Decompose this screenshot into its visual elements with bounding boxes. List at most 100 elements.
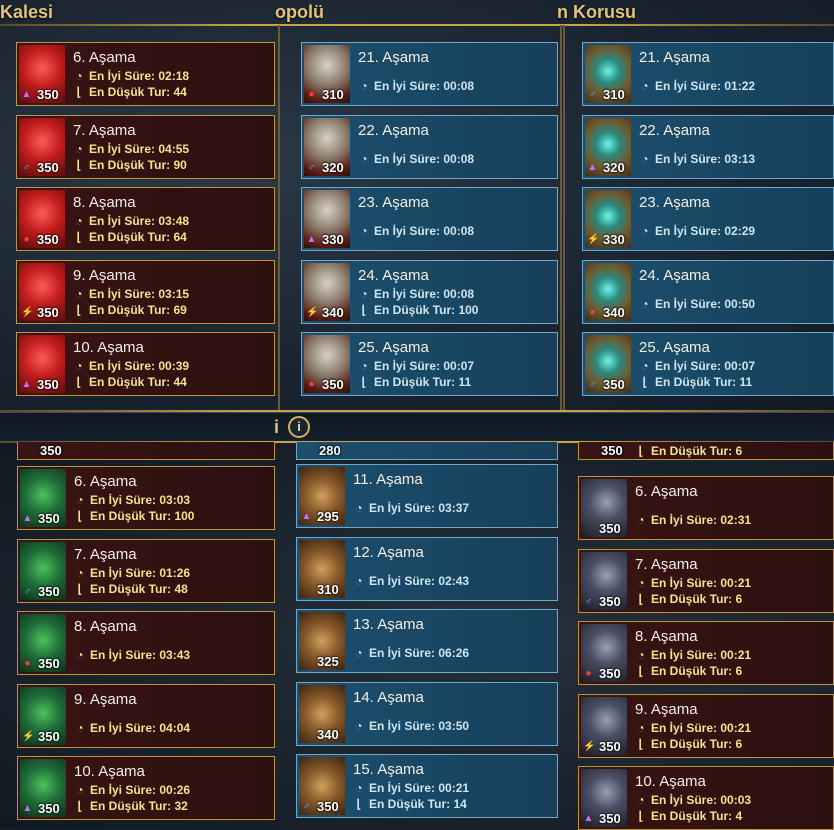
stage-card[interactable]: ● 350 8. Aşama ◔ En İyi Süre: 03:48 ⌊ En Düşük… <box>16 187 275 251</box>
stage-card[interactable]: ▲ 320 22. Aşama ◔ En İyi Süre: 03:13 <box>582 114 834 179</box>
boss-level: 350 <box>37 304 59 320</box>
stage-card[interactable]: ● 350 8. Aşama ◔ En İyi Süre: 00:21 ⌊ En Düşük… <box>578 621 834 685</box>
min-turn: ⌊ En Düşük Tur: 44 <box>73 375 187 389</box>
best-time-text: En İyi Süre: 00:03 <box>651 793 752 807</box>
min-turn: ⌊ En Düşük Tur: 11 <box>639 375 752 389</box>
boss-level: 295 <box>317 509 339 524</box>
boss-portrait: ♂ 350 <box>585 335 631 393</box>
affinity-icon: ♂ <box>22 161 31 173</box>
magic-affinity-icon: ▲ <box>22 803 33 814</box>
best-time-text: En İyi Süre: 02:43 <box>369 573 470 588</box>
boss-portrait: ♂ 350 <box>581 551 627 610</box>
best-time-text: En İyi Süre: 04:55 <box>89 141 190 156</box>
min-turn: ⌊ En Düşük Tur: 69 <box>73 303 187 317</box>
min-turn: ⌊ En Düşük Tur: 100 <box>358 303 479 317</box>
min-turn-text: En Düşük Tur: 6 <box>651 736 743 751</box>
min-turn: ⌊ En Düşük Tur: 32 <box>74 799 188 813</box>
boss-portrait: ● 310 <box>304 45 350 103</box>
best-time-text: En İyi Süre: 00:07 <box>655 359 756 373</box>
min-turn-text: En Düşük Tur: 64 <box>89 230 187 244</box>
boss-level: 350 <box>37 377 59 392</box>
boss-level: 330 <box>322 232 344 247</box>
clock-icon: ◔ <box>76 493 84 507</box>
best-time-text: En İyi Süre: 00:08 <box>374 151 475 166</box>
stage-card[interactable]: ● 350 25. Aşama ◔ En İyi Süre: 00:07 ⌊ En Düşü… <box>301 332 558 396</box>
stage-card[interactable]: ⚡ 350 9. Aşama ◔ En İyi Süre: 03:15 ⌊ En Düşük… <box>16 259 275 324</box>
stage-card[interactable]: ▲ 350 10. Aşama ◔ En İyi Süre: 00:03 ⌊ En Düşü… <box>578 766 834 830</box>
stage-card[interactable]: 325 13. Aşama ◔ En İyi Süre: 06:26 <box>296 609 558 673</box>
stage-card[interactable]: ● 350 8. Aşama ◔ En İyi Süre: 03:43 <box>17 611 275 675</box>
best-time-text: En İyi Süre: 00:50 <box>655 296 756 311</box>
min-turn: ⌊ En Düşük Tur: 14 <box>353 797 467 811</box>
best-time: ◔ En İyi Süre: 03:13 <box>639 152 755 166</box>
stage-card[interactable]: ♂ 350 7. Aşama ◔ En İyi Süre: 01:26 ⌊ En Düşük… <box>17 538 275 603</box>
stage-card[interactable]: ⚡ 350 9. Aşama ◔ En İyi Süre: 04:04 <box>17 683 275 748</box>
stage-card[interactable]: ● 340 24. Aşama ◔ En İyi Süre: 00:50 <box>582 259 834 324</box>
best-time: ◔ En İyi Süre: 03:03 <box>74 493 190 507</box>
stage-card[interactable]: ▲ 350 6. Aşama ◔ En İyi Süre: 02:18 ⌊ En Düşük… <box>16 42 275 106</box>
stage-card[interactable]: ♂ 350 7. Aşama ◔ En İyi Süre: 04:55 ⌊ En Düşük… <box>16 114 275 179</box>
spirit-affinity-icon: ⚡ <box>21 306 34 318</box>
stage-title: 22. Aşama <box>358 121 429 139</box>
clock-icon: ◔ <box>355 573 363 588</box>
stage-card[interactable]: ▲ 350 10. Aşama ◔ En İyi Süre: 00:39 ⌊ En Düşü… <box>16 332 275 396</box>
stage-card[interactable]: ▲ 350 10. Aşama ◔ En İyi Süre: 00:26 ⌊ En Düşü… <box>17 756 275 820</box>
min-turn: ⌊ En Düşük Tur: 44 <box>73 85 187 99</box>
best-time: ◔ En İyi Süre: 00:21 <box>353 781 469 795</box>
clock-icon: ◔ <box>355 646 363 660</box>
clock-icon: ◔ <box>360 286 368 301</box>
stage-card[interactable]: ♂ 350 7. Aşama ◔ En İyi Süre: 00:21 ⌊ En Düşük… <box>578 548 834 613</box>
stage-card-partial[interactable]: 350 ⌊ En Düşük Tur: 6 <box>578 442 834 460</box>
stage-card[interactable]: ▲ 330 23. Aşama ◔ En İyi Süre: 00:08 <box>301 187 558 251</box>
stage-card[interactable]: ♂ 320 22. Aşama ◔ En İyi Süre: 00:08 <box>301 114 558 179</box>
stage-card[interactable]: ⚡ 350 9. Aşama ◔ En İyi Süre: 00:21 ⌊ En Düşük… <box>578 693 834 758</box>
stage-card[interactable]: ♂ 350 15. Aşama ◔ En İyi Süre: 00:21 ⌊ En Düşü… <box>296 754 558 818</box>
min-turn-text: En Düşük Tur: 4 <box>651 809 743 823</box>
middle-column-title: opolü <box>275 2 324 22</box>
stage-card[interactable]: ⚡ 340 24. Aşama ◔ En İyi Süre: 00:08 ⌊ En Düşü… <box>301 259 558 324</box>
stage-card[interactable]: 350 6. Aşama ◔ En İyi Süre: 02:31 <box>578 476 834 540</box>
clock-icon: ◔ <box>355 501 363 515</box>
stage-card[interactable]: ▲ 295 11. Aşama ◔ En İyi Süre: 03:37 <box>296 464 558 528</box>
stage-card[interactable]: ▲ 350 6. Aşama ◔ En İyi Süre: 03:03 ⌊ En Düşük… <box>17 466 275 530</box>
best-time: ◔ En İyi Süre: 00:08 <box>358 152 474 166</box>
min-turn-text: En Düşük Tur: 100 <box>90 509 195 523</box>
stage-card-partial[interactable]: 350 <box>17 442 275 460</box>
best-time: ◔ En İyi Süre: 02:29 <box>639 224 755 238</box>
stage-title: 23. Aşama <box>358 194 429 211</box>
clock-icon: ◔ <box>641 151 649 166</box>
best-time: ◔ En İyi Süre: 01:22 <box>639 79 755 93</box>
min-turn: ⌊ En Düşük Tur: 90 <box>73 158 187 172</box>
min-turn: ⌊ En Düşük Tur: 4 <box>635 809 742 823</box>
stage-title: 8. Aşama <box>73 194 136 211</box>
stage-card[interactable]: ♂ 310 21. Aşama ◔ En İyi Süre: 01:22 <box>582 42 834 106</box>
spirit-affinity-icon: ⚡ <box>583 740 596 752</box>
stage-card[interactable]: 340 14. Aşama ◔ En İyi Süre: 03:50 <box>296 681 558 746</box>
stage-card[interactable]: ⚡ 330 23. Aşama ◔ En İyi Süre: 02:29 <box>582 187 834 251</box>
boss-portrait: ⚡ 350 <box>581 696 627 755</box>
right-column-title: n Korusu <box>557 2 636 22</box>
stage-card[interactable]: 310 12. Aşama ◔ En İyi Süre: 02:43 <box>296 536 558 601</box>
min-turn-text: En Düşük Tur: 11 <box>655 375 753 389</box>
boss-portrait: ● 350 <box>19 190 65 248</box>
clock-icon: ◔ <box>76 565 84 580</box>
boss-level: 350 <box>603 377 625 392</box>
clock-icon: ◔ <box>76 648 84 662</box>
section-divider <box>0 412 834 443</box>
spirit-affinity-icon: ⚡ <box>587 234 600 245</box>
clock-icon: ◔ <box>641 79 649 93</box>
stage-title: 21. Aşama <box>639 49 710 66</box>
clock-icon: ◔ <box>637 720 645 735</box>
stage-card[interactable]: ♂ 350 25. Aşama ◔ En İyi Süre: 00:07 ⌊ En Düşü… <box>582 332 834 396</box>
best-time: ◔ En İyi Süre: 00:26 <box>74 783 190 797</box>
best-time-text: En İyi Süre: 04:04 <box>90 720 191 735</box>
stage-card-partial[interactable]: 280 <box>296 442 558 460</box>
info-icon[interactable]: i <box>288 416 310 438</box>
affinity-icon: ♂ <box>307 161 316 173</box>
stage-title: 6. Aşama <box>73 49 136 66</box>
best-time: ◔ En İyi Süre: 00:21 <box>635 576 751 590</box>
stage-card[interactable]: ● 310 21. Aşama ◔ En İyi Süre: 00:08 <box>301 42 558 106</box>
boss-portrait: ● 350 <box>20 614 66 672</box>
best-time-text: En İyi Süre: 02:29 <box>655 224 756 238</box>
stage-title: 11. Aşama <box>353 471 423 488</box>
